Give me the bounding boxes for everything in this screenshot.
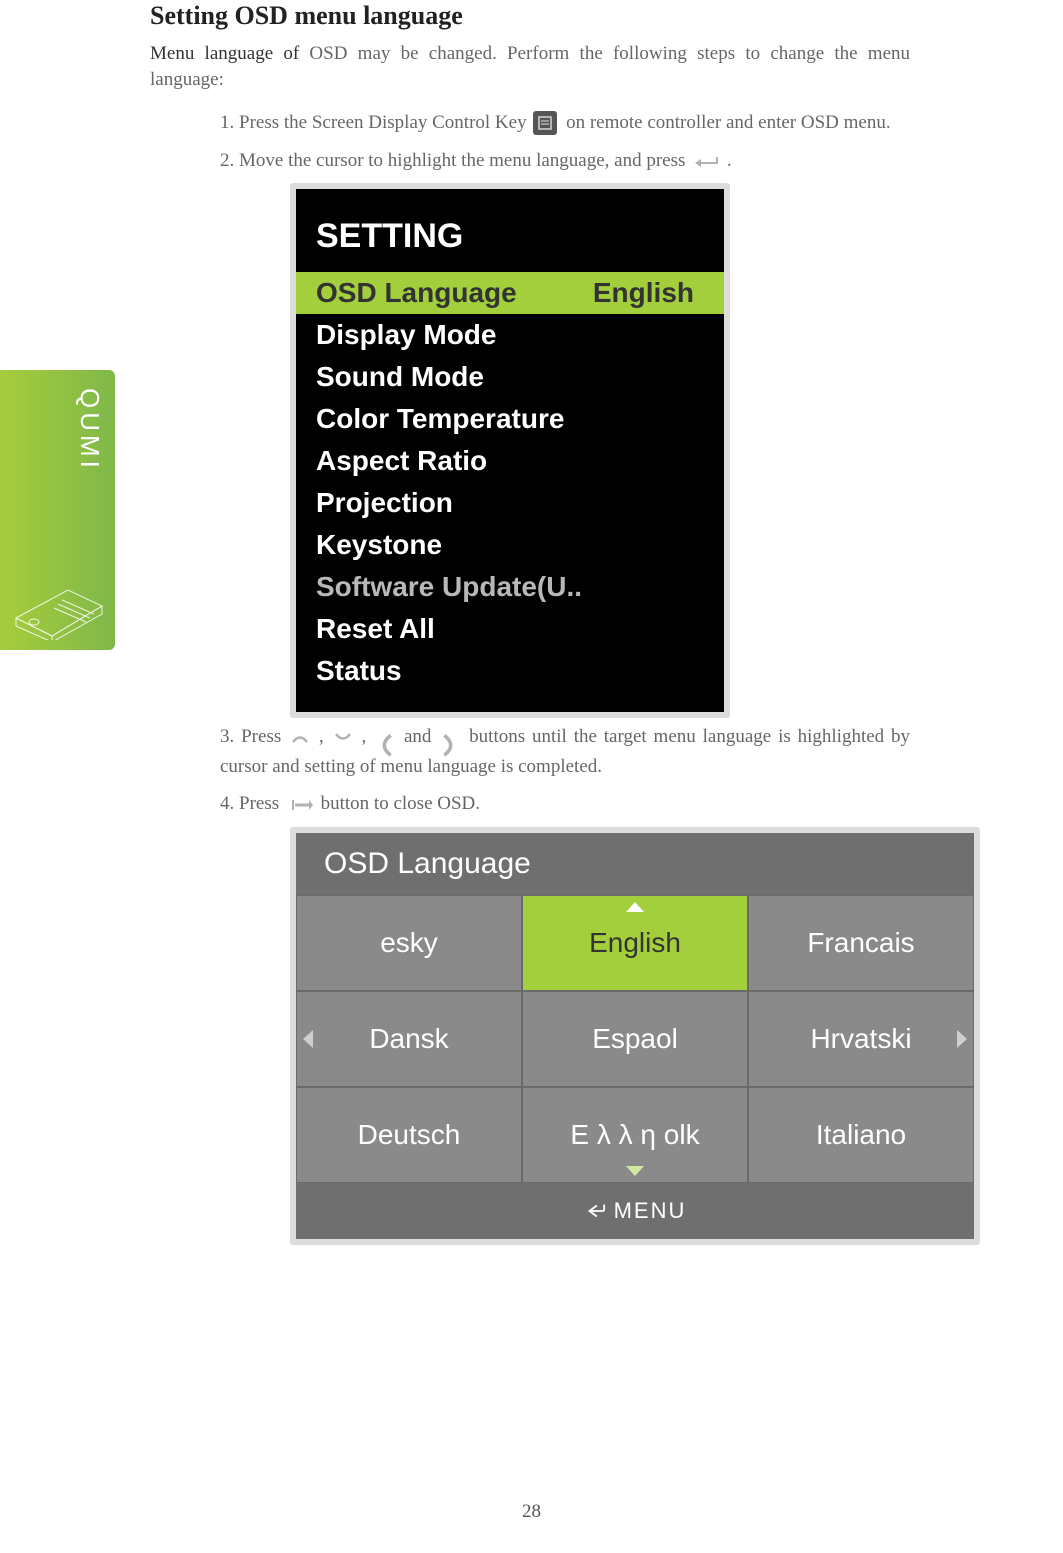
step-3-b: ,: [319, 726, 331, 747]
osd-sel-label: OSD Language: [316, 277, 517, 309]
page-number: 28: [0, 1501, 1063, 1523]
step-4-a: 4. Press: [220, 793, 284, 814]
chevron-left-icon: [303, 1030, 313, 1048]
osd2-footer-label: MENU: [614, 1198, 687, 1224]
lang-label: Dansk: [369, 1023, 448, 1055]
chevron-down-icon: [626, 1166, 644, 1176]
osd-item[interactable]: Color Temperature: [296, 398, 724, 440]
lang-label: Espaol: [592, 1023, 678, 1055]
lang-cell-selected[interactable]: English: [522, 895, 748, 991]
osd-language-figure: OSD Language esky English Francais Dansk…: [290, 827, 980, 1245]
step-2-a: 2. Move the cursor to highlight the menu…: [220, 150, 685, 171]
osd-item-selected[interactable]: OSD Language English: [296, 272, 724, 314]
osd-item[interactable]: Sound Mode: [296, 356, 724, 398]
exit-arrow-icon: [287, 798, 313, 812]
step-1-a: 1. Press the Screen Display Control Key: [220, 112, 527, 133]
lang-cell[interactable]: Deutsch: [296, 1087, 522, 1183]
intro-lead: Menu language of: [150, 43, 299, 64]
osd-item[interactable]: Software Update(U..: [296, 566, 724, 608]
menu-key-icon: [533, 111, 557, 135]
side-tab: QUMI: [0, 370, 115, 650]
lang-label: Italiano: [816, 1119, 906, 1151]
intro-text: Menu language of OSD may be changed. Per…: [150, 41, 910, 92]
lang-label: Deutsch: [358, 1119, 461, 1151]
step-2: 2. Move the cursor to highlight the menu…: [220, 146, 910, 175]
lang-cell[interactable]: esky: [296, 895, 522, 991]
side-tab-brand: QUMI: [74, 388, 105, 472]
osd-item[interactable]: Aspect Ratio: [296, 440, 724, 482]
lang-label: esky: [380, 927, 438, 959]
step-3: 3. Press , , and buttons until the targe…: [220, 722, 910, 781]
lang-label: English: [589, 927, 681, 959]
step-4-b: button to close OSD.: [321, 793, 480, 814]
lang-label: Ε λ λ η olk: [570, 1119, 699, 1151]
back-icon: [584, 1200, 606, 1222]
arrow-down-icon: [333, 731, 353, 745]
page-title: Setting OSD menu language: [150, 0, 910, 31]
lang-label: Hrvatski: [810, 1023, 911, 1055]
lang-cell[interactable]: Hrvatski: [748, 991, 974, 1087]
step-3-d: and: [404, 726, 438, 747]
step-3-a: 3. Press: [220, 726, 281, 747]
arrow-up-icon: [290, 731, 310, 745]
step-1-b: on remote controller and enter OSD menu.: [566, 112, 890, 133]
osd-item[interactable]: Reset All: [296, 608, 724, 650]
lang-label: Francais: [807, 927, 914, 959]
osd-item[interactable]: Display Mode: [296, 314, 724, 356]
osd-item[interactable]: Keystone: [296, 524, 724, 566]
osd-item[interactable]: Status: [296, 650, 724, 692]
arrow-right-icon: [440, 731, 460, 745]
projector-illustration-icon: [8, 570, 108, 640]
step-2-b: .: [727, 150, 732, 171]
lang-cell[interactable]: Ε λ λ η olk: [522, 1087, 748, 1183]
lang-cell[interactable]: Espaol: [522, 991, 748, 1087]
lang-cell[interactable]: Francais: [748, 895, 974, 991]
step-1: 1. Press the Screen Display Control Key …: [220, 108, 910, 137]
chevron-right-icon: [957, 1030, 967, 1048]
osd-title: SETTING: [316, 217, 724, 256]
osd-setting-figure: SETTING OSD Language English Display Mod…: [290, 183, 730, 718]
step-4: 4. Press button to close OSD.: [220, 789, 910, 818]
chevron-up-icon: [626, 902, 644, 912]
osd-item[interactable]: Projection: [296, 482, 724, 524]
step-3-c: ,: [361, 726, 373, 747]
lang-cell[interactable]: Italiano: [748, 1087, 974, 1183]
osd2-header: OSD Language: [296, 833, 974, 895]
arrow-left-icon: [375, 731, 395, 745]
osd-sel-value: English: [593, 277, 694, 309]
lang-cell[interactable]: Dansk: [296, 991, 522, 1087]
osd2-footer-menu[interactable]: MENU: [296, 1183, 974, 1239]
enter-arrow-icon: [693, 155, 719, 169]
